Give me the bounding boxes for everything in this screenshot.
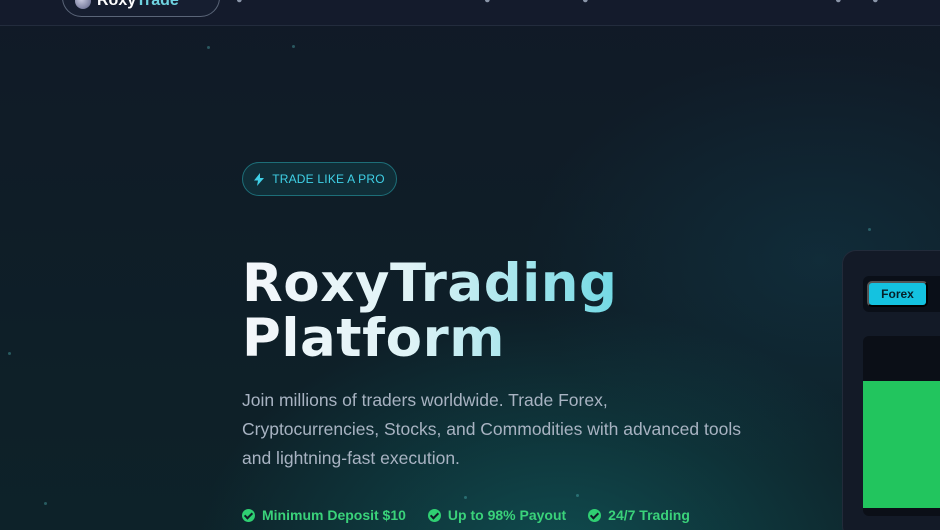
feature-label: Up to 98% Payout [447,507,567,523]
hero-title: RoxyTrading Platform [242,256,617,366]
hero-subtitle: Join millions of traders worldwide. Trad… [242,390,741,468]
decor-dot [207,46,210,49]
check-circle-icon [242,508,255,522]
decor-dot [44,502,47,505]
nav-menu-fragment[interactable]: ● [872,0,879,6]
top-navbar: RoxyTrade ● ● ● ● ● [0,0,940,26]
feature-list: Minimum Deposit $10 Up to 98% Payout 24/… [242,507,690,523]
hero-title-line1: RoxyTrading [242,253,618,314]
decor-dot [576,494,579,497]
feature-label: Minimum Deposit $10 [262,507,406,523]
feature-item: Minimum Deposit $10 [242,507,406,523]
nav-menu-icon[interactable]: ● [236,0,243,6]
lightning-icon [254,172,265,186]
decor-dot [8,352,11,355]
decor-dot [292,45,295,48]
hero-badge: TRADE LIKE A PRO [242,162,397,196]
brand-logo-icon [75,0,91,9]
feature-label: 24/7 Trading [608,507,690,523]
brand-logo-link[interactable]: RoxyTrade [62,0,220,17]
tab-forex[interactable]: Forex [867,281,928,307]
nav-link-fragment[interactable]: ● [582,0,589,6]
feature-item: 24/7 Trading [588,507,690,523]
decor-dot [464,496,467,499]
feature-item: Up to 98% Payout [427,507,567,523]
hero-title-line2: Platform [242,308,505,369]
price-chart-preview [863,336,940,516]
nav-link-fragment[interactable]: ● [484,0,491,6]
decor-dot [868,228,871,231]
hero-badge-label: TRADE LIKE A PRO [272,172,385,186]
check-circle-icon [588,508,602,522]
check-circle-icon [427,508,441,522]
chart-bar [863,381,940,508]
nav-account-icon[interactable]: ● [835,0,842,6]
brand-logo-text: RoxyTrade [97,0,179,9]
